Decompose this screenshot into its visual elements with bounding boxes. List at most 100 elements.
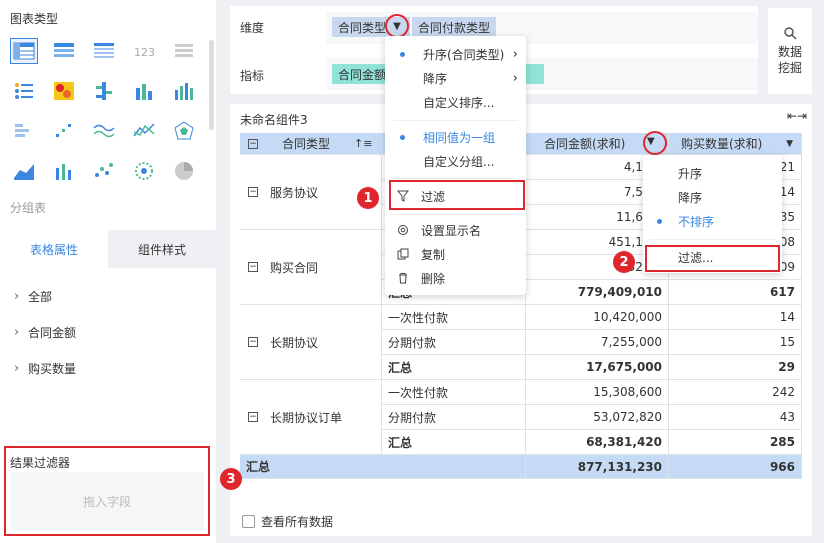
group-label: 长期协议订单 (270, 410, 343, 425)
expand-icon[interactable]: ⇤⇥ (787, 109, 807, 123)
combo-chart-icon[interactable] (50, 158, 78, 184)
collapse-icon[interactable]: − (248, 262, 258, 272)
dimension-dropdown-menu: 升序(合同类型) › 降序 › 自定义排序... 相同值为一组 自定义分组... 过… (385, 36, 526, 295)
field-item-purchase-quantity[interactable]: › 购买数量 (14, 350, 76, 386)
caret-down-icon[interactable]: ▼ (647, 136, 655, 147)
menu-label: 降序 (423, 71, 448, 86)
text-table-icon[interactable] (170, 38, 198, 64)
chevron-right-icon: › (14, 288, 20, 304)
pie-chart-icon[interactable] (170, 158, 198, 184)
field-label: 购买数量 (28, 361, 77, 376)
collapse-icon[interactable]: − (248, 187, 258, 197)
badge-step-1: 1 (357, 187, 379, 209)
area-chart-icon[interactable] (10, 158, 38, 184)
result-filter-dropzone[interactable]: 拖入字段 (10, 472, 204, 530)
menu-item-rename[interactable]: 设置显示名 (397, 220, 481, 240)
menu-item-custom-group[interactable]: 自定义分组... (423, 151, 494, 171)
amount-cell: 15,308,600 (526, 380, 669, 405)
detail-table-icon[interactable] (90, 38, 118, 64)
svg-text:123: 123 (134, 46, 155, 59)
total-amount: 877,131,230 (526, 455, 669, 479)
payment-type-cell: 一次性付款 (382, 380, 526, 405)
header-purchase-quantity[interactable]: 购买数量(求和) ▼ (669, 133, 802, 155)
total-quantity: 966 (669, 455, 802, 479)
menu-item-delete[interactable]: 删除 (397, 268, 445, 288)
header-contract-type[interactable]: − 合同类型 ↑≡ (240, 133, 382, 155)
menu-item-sort-asc[interactable]: 升序(合同类型) › (423, 44, 526, 64)
menu-divider (393, 120, 518, 121)
selected-dot (657, 219, 662, 224)
pill-label: 合同类型 (338, 20, 387, 35)
payment-type-cell: 分期付款 (382, 330, 526, 355)
indicator-label: 指标 (240, 69, 265, 83)
amount-cell: 779,409,010 (526, 280, 669, 305)
quantity-cell: 29 (669, 355, 802, 380)
menu-divider (393, 178, 518, 179)
stacked-column-icon[interactable] (130, 78, 158, 104)
chevron-right-icon: › (14, 360, 20, 376)
highlight-circle (385, 14, 409, 38)
menu-item-sort-asc[interactable]: 升序 (678, 163, 702, 183)
kpi-number-icon[interactable]: 123 (130, 38, 158, 64)
highlight-box (389, 180, 525, 210)
checkbox[interactable] (242, 515, 255, 528)
group-cell: − 长期协议 (240, 305, 382, 380)
field-list: › 全部 › 合同金额 › 购买数量 (14, 278, 76, 386)
field-item-contract-amount[interactable]: › 合同金额 (14, 314, 76, 350)
quantity-cell: 43 (669, 405, 802, 430)
tab-table-properties[interactable]: 表格属性 (0, 230, 108, 268)
menu-item-group-same-value[interactable]: 相同值为一组 (423, 127, 495, 147)
line-chart-icon[interactable] (130, 118, 158, 144)
result-filter-box: 结果过滤器 拖入字段 (4, 446, 210, 536)
chevron-right-icon: › (14, 324, 20, 340)
group-label: 服务协议 (270, 185, 319, 200)
tab-widget-style[interactable]: 组件样式 (108, 230, 216, 268)
menu-item-no-sort[interactable]: 不排序 (678, 211, 714, 231)
mining-label-1: 数据 (777, 45, 802, 59)
selected-dot (400, 52, 405, 57)
collapse-icon[interactable]: − (248, 138, 258, 149)
tree-chart-icon[interactable] (90, 78, 118, 104)
heatmap-icon[interactable] (50, 78, 78, 104)
sort-icon[interactable]: ↑≡ (354, 137, 372, 150)
group-label: 长期协议 (270, 335, 319, 350)
pill-label: 合同付款类型 (418, 20, 491, 35)
dimension-label: 维度 (240, 21, 265, 35)
caret-down-icon[interactable]: ▼ (786, 139, 793, 149)
menu-item-sort-desc[interactable]: 降序 › (423, 68, 526, 88)
menu-item-copy[interactable]: 复制 (397, 244, 445, 264)
menu-item-sort-desc[interactable]: 降序 (678, 187, 702, 207)
field-label: 合同金额 (28, 325, 77, 340)
column-chart-icon[interactable] (170, 78, 198, 104)
bar-list-icon[interactable] (10, 118, 38, 144)
view-all-toggle[interactable]: 查看所有数据 (242, 513, 333, 530)
group-table-icon[interactable] (50, 38, 78, 64)
scatter-icon[interactable] (50, 118, 78, 144)
collapse-icon[interactable]: − (248, 412, 258, 422)
group-label: 购买合同 (270, 260, 319, 275)
chevron-right-icon: › (512, 46, 518, 62)
cross-table-icon[interactable] (10, 38, 38, 64)
menu-divider (393, 214, 518, 215)
collapse-icon[interactable]: − (248, 337, 258, 347)
payment-type-cell: 一次性付款 (382, 305, 526, 330)
menu-item-custom-sort[interactable]: 自定义排序... (423, 92, 494, 112)
group-cell: − 长期协议订单 (240, 380, 382, 455)
data-mining-button[interactable]: 数据 挖掘 (768, 8, 812, 94)
menu-label: 设置显示名 (421, 223, 482, 238)
wave-line-icon[interactable] (90, 118, 118, 144)
dimension-pill-payment-type[interactable]: 合同付款类型 (412, 17, 497, 37)
quantity-cell: 15 (669, 330, 802, 355)
trash-icon (399, 273, 407, 284)
bubble-icon[interactable] (130, 158, 158, 184)
header-label: 合同类型 (282, 137, 331, 151)
legend-list-icon[interactable] (10, 78, 38, 104)
left-panel: 图表类型 123 分组表 表格属性 组件样式 › 全部 › 合同金额 › 购买数… (0, 0, 216, 543)
result-filter-title: 结果过滤器 (10, 456, 71, 470)
widget-title: 未命名组件3 (240, 113, 308, 127)
radar-icon[interactable] (170, 118, 198, 144)
chart-grid-scrollbar[interactable] (209, 40, 214, 130)
field-item-all[interactable]: › 全部 (14, 278, 76, 314)
dot-scatter-icon[interactable] (90, 158, 118, 184)
quantity-cell: 14 (669, 305, 802, 330)
